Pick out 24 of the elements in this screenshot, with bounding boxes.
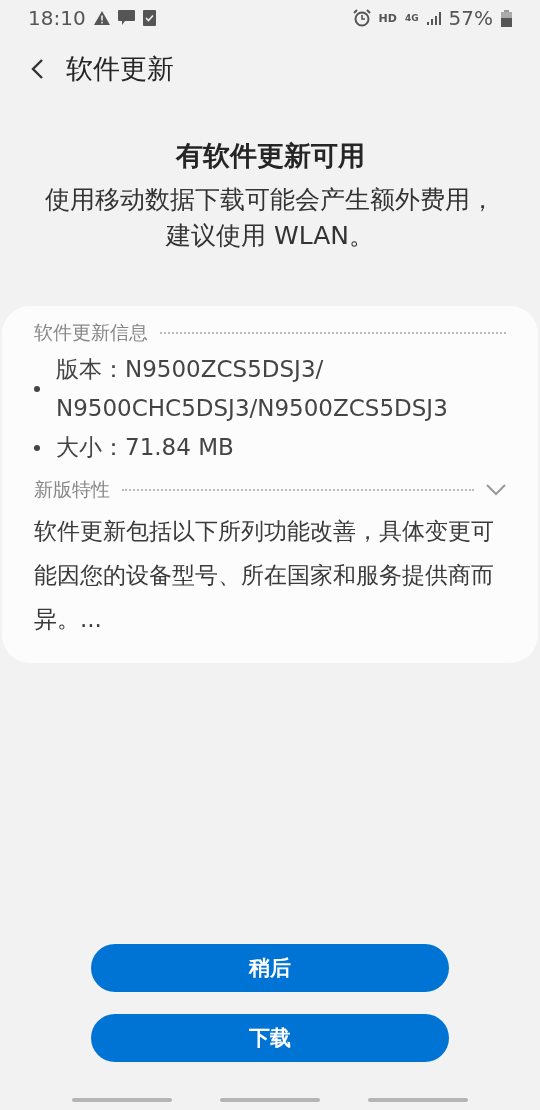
checkbox-icon [142,10,156,26]
update-heading: 有软件更新可用 [174,139,366,173]
features-description: 软件更新包括以下所列功能改善，具体变更可能因您的设备型号、所在国家和服务提供商而异。... [34,517,495,634]
section-title: 软件更新信息 [34,320,148,345]
message-icon [117,10,135,26]
bullet-icon [34,444,40,451]
battery-percent: 57% [448,6,493,30]
info-item: 大小：71.84 MB [56,433,235,462]
network-label: 4G [404,13,419,23]
signal-icon [426,11,441,25]
action-button[interactable]: 稍后 [91,944,449,992]
info-item: 版本：N9500ZCS5DSJ3/ N9500CHC5DSJ3/N9500ZCS5DSJ3 [56,355,449,423]
data-charge-notice: 使用移动数据下载可能会产生额外费用，建议使用 WLAN。 [44,184,496,252]
chevron-down-icon[interactable] [486,484,506,496]
action-button[interactable]: 下载 [91,1014,449,1062]
hd-label: HD [378,11,397,25]
section-title: 新版特性 [34,477,110,502]
status-time: 18:10 [28,6,86,30]
alarm-icon [352,9,371,27]
back-icon[interactable] [30,58,44,80]
page-title: 软件更新 [66,52,174,86]
battery-icon [501,9,512,27]
warning-icon [93,11,110,25]
bullet-icon [34,386,40,392]
